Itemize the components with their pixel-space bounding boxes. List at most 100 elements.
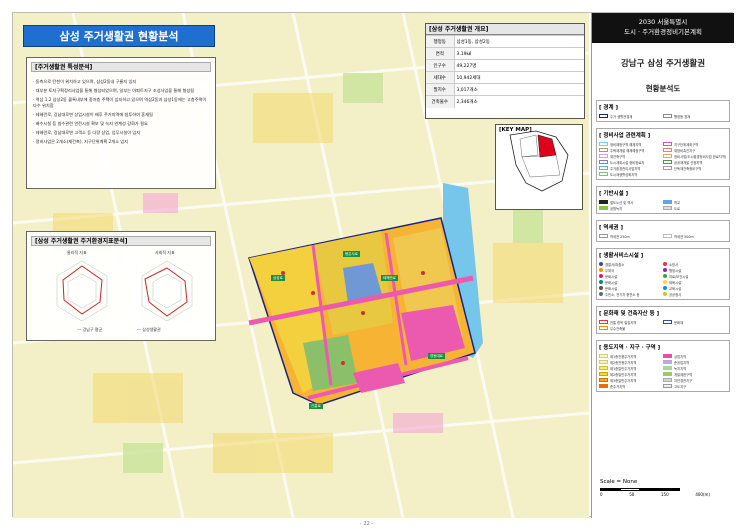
plan-title: 2030 서울특별시 도시 · 주거환경정비기본계획 — [592, 13, 734, 43]
legend-section: [ 생활서비스시설 ] 경찰서/파출소 소방서 우체국 행정시설 문화시설 의료/보건시설 문… — [596, 248, 730, 300]
facility-dot-icon — [599, 262, 603, 266]
overview-value: 3.19㎢ — [454, 47, 584, 60]
legend-item-label: 개발제한구역 — [674, 372, 693, 377]
key-map: [KEY MAP] — [495, 124, 583, 210]
overview-key: 필지수 — [426, 83, 455, 96]
facility-dot-icon — [599, 292, 603, 296]
legend-item-label: 문화재 — [674, 320, 684, 325]
overview-value: 10,942세대 — [454, 71, 584, 84]
map[interactable]: 삼성 주거생활권 현황분석 [주거생활권 특성분석] · 동측으로 탄천이 위치… — [13, 13, 589, 518]
legend-item-label: 문화시설 — [605, 286, 618, 291]
legend-item-label: 체육시설 — [669, 280, 682, 285]
table-row: 건축물수 2,346개소 — [426, 95, 584, 108]
table-row: 필지수 3,017개소 — [426, 83, 584, 96]
plan-title-line2: 도시 · 주거환경정비기본계획 — [624, 27, 702, 36]
facility-dot-icon — [663, 262, 667, 266]
table-row: 인구수 49,227명 — [426, 59, 584, 72]
legend-swatch — [599, 234, 608, 238]
legend-swatch — [663, 234, 672, 238]
legend-item-label: 제1종전용주거지역 — [610, 354, 637, 359]
legend-item-label: 우수건축물 — [610, 326, 626, 331]
facility-dot-icon — [599, 268, 603, 272]
legend-section: [ 역세권 ] 역세권 250m 역세권 500m — [596, 220, 730, 242]
legend-swatch — [599, 360, 608, 364]
legend-item-label: 전통 한옥 밀집지역 — [610, 320, 637, 325]
overview-value: 2,346개소 — [454, 95, 584, 108]
legend-item-label: 철도노선 및 역사 — [610, 200, 634, 205]
features-panel: [주거생활권 특성분석] · 동측으로 탄천이 위치하고 있으며, 삼성2동내 … — [26, 57, 216, 189]
table-row: 행정동 삼성1동, 삼성2동 — [426, 35, 584, 48]
indicators-panel: [삼성 주거생활권 주거환경지표분석] 물리적 지표 사회적 지표 --- 강남… — [26, 231, 216, 341]
feature-item: · 정비사업은 2개소(재건축), 지구단위계획 2개소 입지 — [33, 139, 128, 144]
legend-section-title: [ 역세권 ] — [599, 225, 624, 231]
legend-item-label: 학교 — [674, 200, 681, 205]
overview-key: 행정동 — [426, 35, 455, 48]
legend-item-label: 주거환경관리사업지역 — [610, 166, 641, 171]
legend-swatch — [599, 320, 608, 324]
feature-item: · 대부분 토지구획정리사업을 통해 형성되었으며, 일부는 아파트지구 조성사… — [33, 88, 195, 93]
legend-item-label: 소방서 — [669, 262, 679, 267]
legend-swatch — [599, 166, 608, 170]
legend-item-label: 주민소, 전기차 충전소 등 — [605, 292, 640, 297]
legend-item-label: 단독재건축정비구역 — [674, 166, 702, 171]
legend-swatch — [599, 160, 608, 164]
map-title: 삼성 주거생활권 현황분석 — [23, 25, 215, 47]
legend-swatch — [663, 142, 672, 146]
overview-value: 삼성1동, 삼성2동 — [454, 35, 584, 48]
overview-key: 건축물수 — [426, 95, 455, 108]
legend-section: [ 경계 ] 주거 생활권경계 행정동 경계 — [596, 100, 730, 122]
legend-item-label: 재정비촉진지구 — [674, 148, 696, 153]
road-label: 선릉로 — [309, 403, 323, 409]
radar-charts — [56, 260, 193, 322]
facility-dot-icon — [599, 280, 603, 284]
legend-item-label: 상업지역 — [674, 354, 687, 359]
legend-sidebar: 2030 서울특별시 도시 · 주거환경정비기본계획 강남구 삼성 주거생활권 … — [591, 13, 734, 518]
legend-item: 공원녹지 — [599, 205, 663, 211]
facility-dot-icon — [663, 280, 667, 284]
legend-item: 역세권 250m — [599, 233, 663, 239]
legend-swatch — [663, 200, 672, 204]
legend-swatch — [599, 154, 608, 158]
legend-swatch — [663, 206, 672, 210]
feature-item: · 배수시설 등 침수관련 안전시설 확보 및 녹지 연계성 강화가 필요 — [33, 121, 148, 126]
legend-swatch — [599, 172, 608, 176]
legend-swatch — [599, 366, 608, 370]
legend-item: 주민소, 전기차 충전소 등 — [599, 291, 663, 297]
legend-swatch — [599, 378, 608, 382]
legend-item-label: 지구단위계획구역 — [674, 142, 699, 147]
legend-section-title: [ 경계 ] — [599, 105, 618, 111]
legend-item-label: 도시재생활성화지역 — [610, 172, 638, 177]
legend-swatch — [599, 326, 608, 330]
legend-item-label: 준주거지역 — [610, 384, 626, 389]
legend-swatch — [663, 154, 672, 158]
legend-swatch — [599, 200, 608, 204]
legend-item-label: 주택재개발 해제예정구역 — [610, 148, 645, 153]
page: 삼성 주거생활권 현황분석 [주거생활권 특성분석] · 동측으로 탄천이 위치… — [12, 12, 734, 518]
legend-swatch — [599, 384, 608, 388]
overview-key: 세대수 — [426, 71, 455, 84]
legend-swatch — [599, 114, 608, 118]
legend-item: 공공청사 — [663, 291, 727, 297]
facility-dot-icon — [599, 286, 603, 290]
plan-title-line1: 2030 서울특별시 — [638, 18, 688, 26]
scale-ticks: 0 50 150 400(m) — [600, 492, 710, 497]
facility-dot-icon — [663, 268, 667, 272]
legend-section: [ 문화재 및 건축자산 등 ] 전통 한옥 밀집지역 문화재 우수건축물 — [596, 306, 730, 334]
feature-item: · 테헤란로, 강남대로변 상업시설이 배후 주거지역에 침투하여 혼재됨 — [33, 112, 153, 117]
road-label: 삼성로 — [271, 275, 285, 281]
legend-item-label: 녹지지역 — [674, 366, 687, 371]
legend-item: 문화재 — [663, 319, 727, 325]
legend-item: 행정동 경계 — [663, 113, 727, 119]
table-row: 면적 3.19㎢ — [426, 47, 584, 60]
indicator-legend-area: — 삼성생활권 — [137, 327, 161, 332]
facility-dot-icon — [663, 286, 667, 290]
legend-swatch — [599, 142, 608, 146]
legend-item-label: 제2종일반주거지역 — [610, 372, 637, 377]
legend-swatch — [599, 148, 608, 152]
legend-item-label: 도시계획시설 정비완료지 — [610, 160, 645, 165]
legend-item-label: 고도지구 — [674, 384, 687, 389]
legend-item-label: 문화시설 — [605, 280, 618, 285]
legend-item-label: 정비예정구역 해제지역 — [610, 142, 642, 147]
road-label: 테헤란로 — [381, 275, 398, 281]
feature-item: · 동측으로 탄천이 위치하고 있으며, 삼성2동내 구룡지 입지 — [33, 79, 137, 84]
